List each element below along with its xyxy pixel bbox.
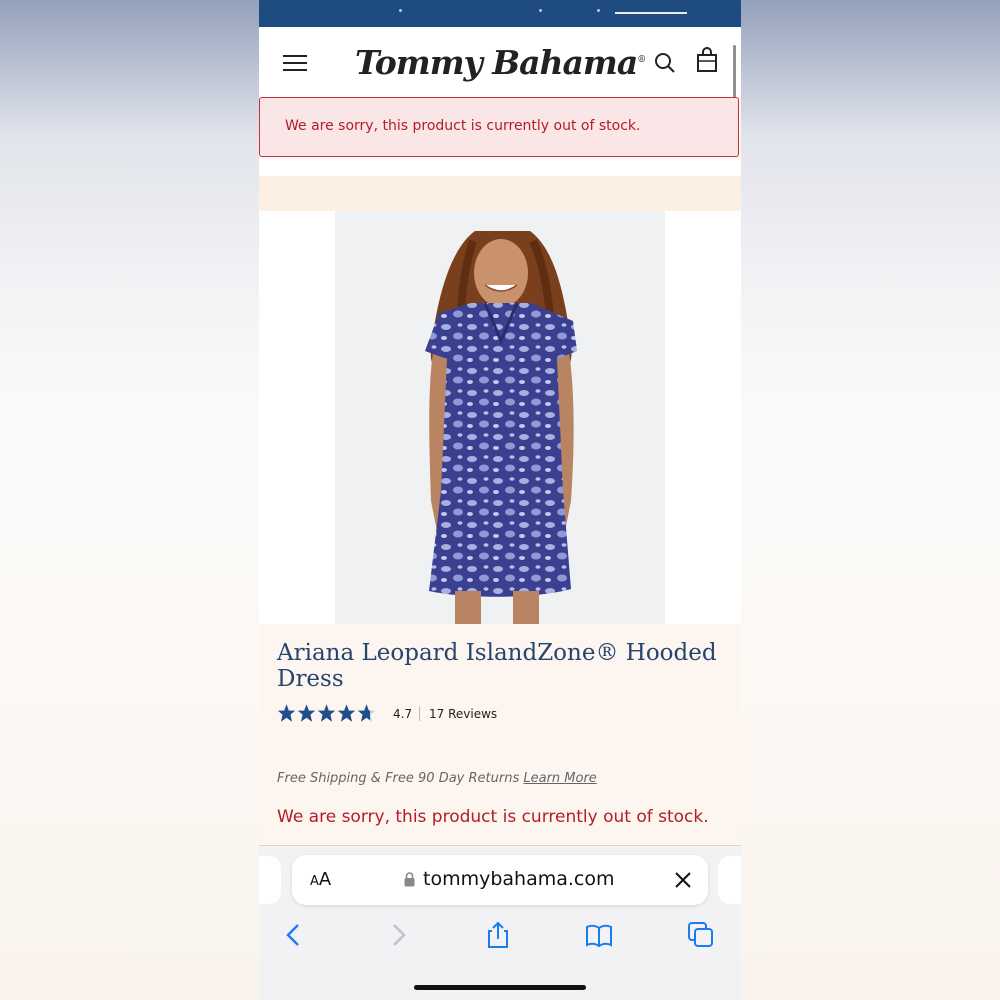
promo-text-fragment [597,9,600,12]
browser-toolbar: AA tommybahama.com [259,846,741,1000]
forward-chevron-icon[interactable] [383,920,413,950]
brand-logo-text: Tommy Bahama [355,43,638,82]
brand-logo[interactable]: Tommy Bahama® [355,35,646,85]
registered-mark: ® [637,55,646,65]
text-size-button[interactable]: AA [310,869,331,890]
promo-text-fragment [399,9,402,12]
bookmarks-book-icon[interactable] [584,920,614,950]
star-icon [337,704,356,722]
star-icon [317,704,336,722]
previous-tab-preview[interactable] [259,856,281,904]
star-rating [277,703,376,725]
product-photo[interactable] [335,211,665,624]
lock-icon [404,872,415,887]
shipping-info: Free Shipping & Free 90 Day Returns Lear… [277,771,597,786]
alert-message: We are sorry, this product is currently … [285,118,641,134]
product-title: Ariana Leopard IslandZone® Hooded Dress [277,640,717,692]
spacer-band [259,176,741,211]
close-icon[interactable] [673,870,693,890]
background-left-blur [0,0,259,1000]
hamburger-menu-icon[interactable] [283,55,307,71]
search-icon[interactable] [653,51,677,75]
promo-text-fragment [539,9,542,12]
rating-summary[interactable]: 4.7 17 Reviews [277,703,577,725]
reviews-link[interactable]: 17 Reviews [429,707,497,721]
spacer [259,158,741,176]
shopping-bag-icon[interactable] [695,47,719,73]
promo-bar[interactable] [259,0,741,27]
promo-link[interactable] [615,12,687,14]
share-icon[interactable] [483,920,513,950]
home-indicator[interactable] [414,985,586,990]
stock-status-message: We are sorry, this product is currently … [277,807,709,827]
address-bar[interactable]: AA tommybahama.com [292,855,708,905]
product-image-area [259,211,741,624]
url-text: tommybahama.com [423,868,615,890]
learn-more-link[interactable]: Learn More [523,771,596,786]
out-of-stock-alert: We are sorry, this product is currently … [259,97,739,157]
rating-value: 4.7 [393,707,413,721]
shipping-text: Free Shipping & Free 90 Day Returns [277,771,520,786]
background-right-blur [741,0,1000,1000]
back-chevron-icon[interactable] [279,920,309,950]
next-tab-preview[interactable] [718,856,741,904]
tabs-icon[interactable] [686,920,716,950]
phone-screen: Tommy Bahama® We are sorry, this product… [259,0,741,1000]
site-header: Tommy Bahama® [259,27,741,153]
star-icon [277,704,296,722]
rating-divider [419,706,420,721]
star-partial-icon [357,704,376,722]
star-icon [297,704,316,722]
